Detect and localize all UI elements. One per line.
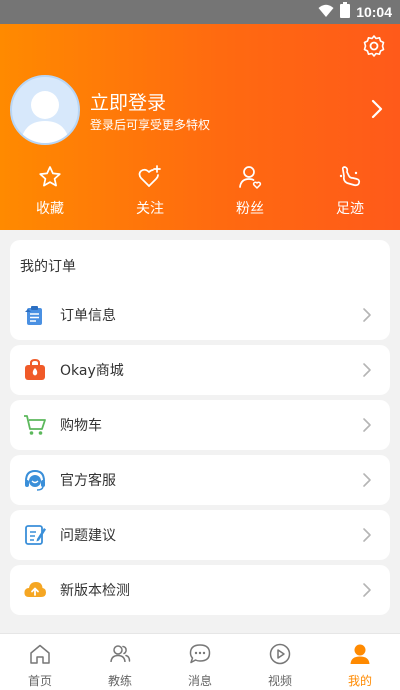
tab-messages[interactable]: 消息 (160, 634, 240, 690)
cart-icon (24, 415, 46, 435)
footprint-icon (339, 166, 361, 187)
tab-home[interactable]: 首页 (0, 634, 80, 690)
bottom-nav: 首页 教练 消息 视频 我的 (0, 633, 400, 690)
status-time: 10:04 (356, 4, 392, 20)
quick-actions: 收藏 关注 粉丝 足迹 (0, 164, 400, 218)
settings-gear-icon[interactable] (362, 34, 386, 58)
orders-title: 我的订单 (20, 259, 76, 275)
order-info-row[interactable]: 订单信息 (10, 290, 390, 340)
heart-plus-icon (138, 165, 161, 187)
row-label: Okay商城 (60, 363, 124, 379)
chevron-right-icon (363, 473, 371, 487)
quick-action-label: 粉丝 (236, 201, 264, 217)
menu-item-support[interactable]: 官方客服 (10, 455, 390, 505)
chevron-right-icon (363, 308, 371, 322)
play-icon (269, 643, 291, 665)
profile-header: 立即登录 登录后可享受更多特权 收藏 关注 粉丝 足迹 (0, 24, 400, 230)
tab-profile[interactable]: 我的 (320, 634, 400, 690)
wifi-icon (318, 3, 334, 22)
cloud-upload-icon (24, 582, 46, 597)
headset-icon (25, 469, 45, 491)
tab-label: 首页 (27, 674, 52, 688)
status-bar: 10:04 (0, 0, 400, 24)
edit-icon (25, 525, 46, 545)
chevron-right-icon (363, 363, 371, 377)
users-icon (110, 645, 131, 663)
clipboard-icon (25, 306, 42, 325)
battery-icon (340, 2, 351, 22)
orders-card: 我的订单 订单信息 (10, 240, 390, 340)
tab-label: 消息 (187, 674, 212, 688)
user-icon (350, 644, 370, 664)
login-title[interactable]: 立即登录 (90, 88, 166, 115)
menu-item-update-check[interactable]: 新版本检测 (10, 565, 390, 615)
tab-videos[interactable]: 视频 (240, 634, 320, 690)
tab-label: 视频 (267, 674, 292, 688)
row-label: 官方客服 (60, 473, 116, 489)
menu-item-cart[interactable]: 购物车 (10, 400, 390, 450)
default-avatar-icon (20, 91, 70, 143)
quick-action-fans[interactable]: 粉丝 (200, 164, 300, 218)
chevron-right-icon (363, 583, 371, 597)
quick-action-label: 足迹 (336, 201, 364, 217)
user-heart-icon (239, 166, 262, 189)
chevron-right-icon (363, 418, 371, 432)
message-icon (189, 644, 211, 664)
home-icon (30, 644, 50, 664)
quick-action-label: 关注 (136, 201, 164, 217)
row-label: 订单信息 (60, 308, 116, 324)
quick-action-following[interactable]: 关注 (100, 164, 200, 218)
row-label: 购物车 (60, 418, 102, 434)
quick-action-favorites[interactable]: 收藏 (0, 164, 100, 218)
row-label: 问题建议 (60, 528, 116, 544)
chevron-right-icon (363, 528, 371, 542)
quick-action-label: 收藏 (36, 201, 64, 217)
shopping-bag-icon (25, 358, 45, 380)
tab-label: 教练 (107, 674, 132, 688)
tab-label: 我的 (347, 674, 372, 688)
tab-coach[interactable]: 教练 (80, 634, 160, 690)
chevron-right-icon[interactable] (370, 99, 384, 119)
avatar[interactable] (10, 75, 80, 145)
menu-item-shop[interactable]: Okay商城 (10, 345, 390, 395)
login-subtitle: 登录后可享受更多特权 (90, 118, 211, 132)
menu-item-feedback[interactable]: 问题建议 (10, 510, 390, 560)
quick-action-footprints[interactable]: 足迹 (300, 164, 400, 218)
star-icon (39, 166, 61, 187)
row-label: 新版本检测 (60, 583, 130, 599)
